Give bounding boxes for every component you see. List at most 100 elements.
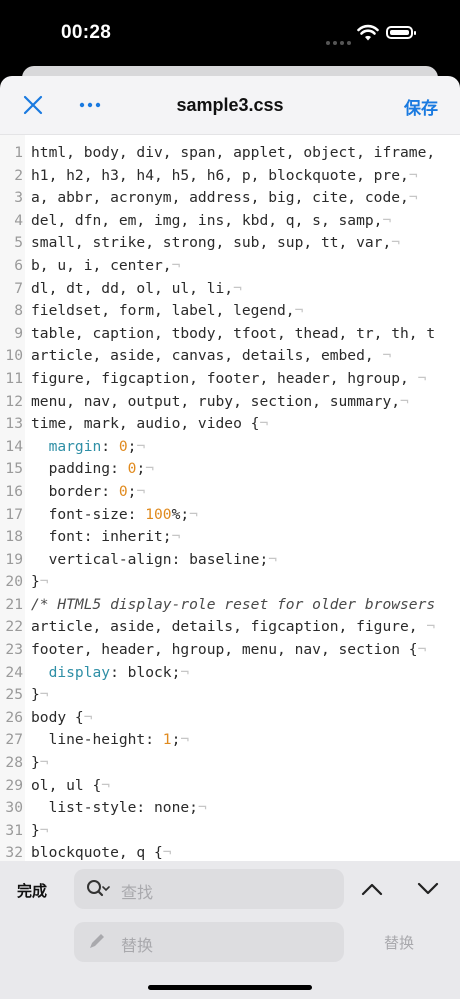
code-token: ol, ul { [31,776,102,794]
line-end-marker: ¬ [417,618,436,636]
code-line[interactable]: 11 figure, figcaption, footer, header, hg… [0,368,460,391]
chevron-up-icon[interactable] [360,879,384,899]
code-line[interactable]: 13 time, mark, audio, video {¬ [0,413,460,436]
line-end-marker: ¬ [294,302,304,320]
code-line[interactable]: 15 padding: 0;¬ [0,458,460,481]
code-line[interactable]: 16 border: 0;¬ [0,481,460,504]
code-line[interactable]: 1 html, body, div, span, applet, object, … [0,142,460,165]
code-line[interactable]: 24 display: block;¬ [0,662,460,685]
code-line[interactable]: 29 ol, ul {¬ [0,775,460,798]
code-token: margin [48,437,102,455]
line-number: 12 [5,392,23,410]
line-text: article, aside, canvas, details, embed, … [31,345,391,368]
code-line[interactable]: 4 del, dfn, em, img, ins, kbd, q, s, samp… [0,210,460,233]
find-replace-bar: 完成 查找 替换 替换 [0,861,460,999]
code-line[interactable]: 17 font-size: 100%;¬ [0,504,460,527]
line-end-marker: ¬ [373,347,392,365]
code-token: font-size: [31,505,146,523]
done-button[interactable]: 完成 [17,880,47,901]
home-indicator [148,985,312,990]
code-line[interactable]: 32 blockquote, q {¬ [0,842,460,862]
code-token: } [31,821,40,839]
code-line[interactable]: 27 line-height: 1;¬ [0,729,460,752]
code-line[interactable]: 25 }¬ [0,684,460,707]
page-title: sample3.css [176,95,284,115]
line-number: 25 [5,686,23,704]
code-line[interactable]: 19 vertical-align: baseline;¬ [0,549,460,572]
code-line[interactable]: 5 small, strike, strong, sub, sup, tt, va… [0,232,460,255]
save-button[interactable]: 保存 [404,94,438,119]
search-icon[interactable] [86,879,110,899]
line-text: display: block;¬ [31,662,190,685]
code-line[interactable]: 18 font: inherit;¬ [0,526,460,549]
line-end-marker: ¬ [39,573,49,591]
line-text: }¬ [31,684,49,707]
line-end-marker: ¬ [259,415,269,433]
code-line[interactable]: 31}¬ [0,820,460,843]
line-text: padding: 0;¬ [31,458,154,481]
line-end-marker: ¬ [417,641,427,659]
line-text: line-height: 1;¬ [31,729,190,752]
code-token: font: inherit; [31,528,172,546]
line-end-marker: ¬ [408,166,418,184]
replace-button[interactable]: 替换 [384,932,414,953]
line-number: 21 [5,595,23,613]
code-line[interactable]: 30 list-style: none;¬ [0,797,460,820]
code-line[interactable]: 3 a, abbr, acronym, address, big, cite, c… [0,187,460,210]
code-line[interactable]: 23 footer, header, hgroup, menu, nav, sec… [0,639,460,662]
line-end-marker: ¬ [268,550,278,568]
code-token: body { [31,708,84,726]
line-end-marker: ¬ [39,754,49,772]
line-number: 28 [5,754,23,772]
line-number: 14 [5,437,23,455]
code-line[interactable]: 26 body {¬ [0,707,460,730]
code-line[interactable]: 12 menu, nav, output, ruby, section, summ… [0,391,460,414]
code-line[interactable]: 22 article, aside, details, figcaption, f… [0,616,460,639]
replace-input[interactable]: 替换 [74,922,344,962]
line-text: vertical-align: baseline;¬ [31,549,277,572]
code-line[interactable]: 2 h1, h2, h3, h4, h5, h6, p, blockquote, … [0,165,460,188]
code-token: border: [31,482,119,500]
line-end-marker: ¬ [180,663,190,681]
code-line[interactable]: 14 margin: 0;¬ [0,436,460,459]
line-text: ol, ul {¬ [31,775,110,798]
code-line[interactable]: 9 table, caption, tbody, tfoot, thead, tr… [0,323,460,346]
line-number: 4 [14,211,23,229]
line-text: }¬ [31,752,49,775]
code-line[interactable]: 10 article, aside, canvas, details, embed… [0,345,460,368]
line-end-marker: ¬ [391,234,401,252]
code-token: } [31,573,40,591]
line-number: 24 [5,663,23,681]
code-token: html, body, div, span, applet, object, i… [31,144,436,161]
line-number: 26 [5,708,23,726]
line-number: 3 [14,189,23,207]
line-text: }¬ [31,820,49,843]
code-line[interactable]: 6 b, u, i, center,¬ [0,255,460,278]
line-text: table, caption, tbody, tfoot, thead, tr,… [31,323,435,346]
chevron-down-icon[interactable] [416,879,440,899]
code-token: vertical-align: baseline; [31,550,269,568]
code-token: dl, dt, dd, ol, ul, li, [31,279,234,297]
code-token: small, strike, strong, sub, sup, tt, var… [31,234,392,252]
line-number: 23 [5,641,23,659]
code-line[interactable]: 20}¬ [0,571,460,594]
line-text: body {¬ [31,707,93,730]
line-number: 30 [5,799,23,817]
code-token: 1 [162,731,172,749]
code-editor[interactable]: 1 html, body, div, span, applet, object, … [0,134,460,862]
code-token: figure, figcaption, footer, header, hgro… [31,369,409,387]
code-line[interactable]: 28 }¬ [0,752,460,775]
code-line[interactable]: 21 /* HTML5 display-role reset for older … [0,594,460,617]
code-line[interactable]: 7 dl, dt, dd, ol, ul, li,¬ [0,278,460,301]
line-text: fieldset, form, label, legend,¬ [31,300,303,323]
line-end-marker: ¬ [145,460,155,478]
pencil-icon [90,934,104,948]
code-line[interactable]: 8 fieldset, form, label, legend,¬ [0,300,460,323]
code-content[interactable]: 1 html, body, div, span, applet, object, … [0,142,460,862]
search-input[interactable]: 查找 [74,869,344,909]
line-number: 7 [14,279,23,297]
line-number: 17 [5,505,23,523]
line-text: figure, figcaption, footer, header, hgro… [31,368,426,391]
